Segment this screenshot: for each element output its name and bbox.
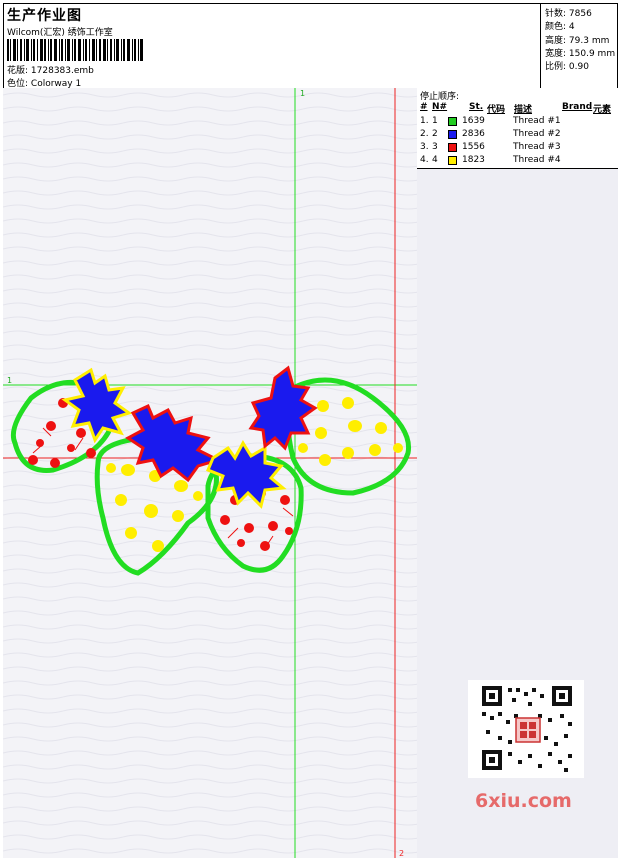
col-code: 代码: [487, 105, 506, 115]
vertical-guide-1-label: 1: [300, 89, 305, 98]
color-swatch: [448, 117, 457, 126]
watermark-brand: 6xiu.com: [475, 790, 572, 812]
file-name: 1728383.emb: [30, 66, 94, 76]
embroidery-preview: 1 1 2: [3, 88, 417, 858]
table-row[interactable]: 1. 1 1639 Thread #1: [417, 116, 618, 128]
col-description: 描述: [514, 105, 533, 115]
stat-height: 高度: 79.3 mm: [545, 36, 610, 46]
stop-sequence-title: 停止顺序:: [420, 92, 460, 102]
table-row[interactable]: 3. 3 1556 Thread #3: [417, 142, 618, 154]
horizontal-guide-1-label: 1: [7, 376, 12, 385]
stats-box: 针数: 7856 颜色: 4 高度: 79.3 mm 宽度: 150.9 mm …: [540, 3, 619, 88]
seal-icon: [515, 717, 541, 743]
barcode-icon: [7, 39, 143, 61]
col-index: #: [420, 102, 428, 112]
stat-stitches: 针数: 7856: [545, 9, 592, 19]
table-row[interactable]: 2. 2 2836 Thread #2: [417, 129, 618, 141]
col-stitch: St.: [469, 102, 484, 112]
color-swatch: [448, 143, 457, 152]
vertical-guide-2-label: 2: [399, 849, 404, 858]
color-swatch: [448, 156, 457, 165]
col-number: N#: [432, 102, 448, 112]
stat-scale: 比例: 0.90: [545, 62, 589, 72]
col-brand: Brand: [562, 102, 593, 112]
color-swatch: [448, 130, 457, 139]
file-info: 花版: 1728383.emb: [7, 66, 94, 76]
table-row[interactable]: 4. 4 1823 Thread #4: [417, 155, 618, 167]
stat-colors: 颜色: 4: [545, 22, 575, 32]
company-name: Wilcom(汇宏) 绣饰工作室: [7, 28, 113, 38]
page-title: 生产作业图: [7, 8, 82, 24]
col-element: 元素: [593, 105, 612, 115]
design-canvas[interactable]: 1 1 2: [3, 88, 418, 858]
qr-code-icon: [468, 680, 584, 778]
stop-sequence-table: 停止顺序: # N# St. 代码 描述 Brand 元素 1. 1 1639 …: [417, 88, 618, 169]
stat-width: 宽度: 150.9 mm: [545, 49, 616, 59]
qr-code: [468, 680, 584, 778]
header: 生产作业图 Wilcom(汇宏) 绣饰工作室 花版: 1728383.emb 色…: [3, 3, 618, 89]
